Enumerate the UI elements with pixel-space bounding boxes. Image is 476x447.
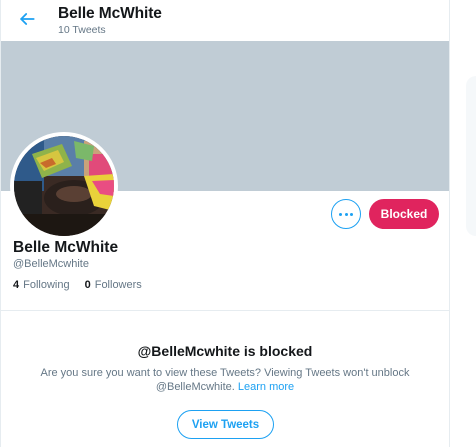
more-options-button[interactable] <box>331 199 361 229</box>
followers-label: Followers <box>94 279 142 291</box>
blocked-notice-message: Are you sure you want to view these Twee… <box>26 366 424 394</box>
profile-header: Belle McWhite 10 Tweets <box>1 0 449 41</box>
view-tweets-button[interactable]: View Tweets <box>177 410 274 439</box>
more-horizontal-icon <box>338 212 354 216</box>
profile-stats: 4 Following 0 Followers <box>13 279 157 291</box>
sidebar-card <box>466 76 476 236</box>
blocked-button[interactable]: Blocked <box>369 199 439 229</box>
blocked-notice-title: @BelleMcwhite is blocked <box>137 343 313 359</box>
following-label: Following <box>23 279 70 291</box>
following-count: 4 <box>13 279 20 291</box>
followers-link[interactable]: 0 Followers <box>85 279 142 291</box>
profile-page: Belle McWhite 10 Tweets Blocked Belle Mc… <box>0 0 476 447</box>
tweet-count: 10 Tweets <box>58 24 106 36</box>
avatar[interactable] <box>10 132 118 240</box>
learn-more-link[interactable]: Learn more <box>238 381 294 393</box>
blocked-notice-text: Are you sure you want to view these Twee… <box>40 367 410 393</box>
sidebar-edge <box>450 0 476 447</box>
section-divider <box>1 310 449 311</box>
following-link[interactable]: 4 Following <box>13 279 70 291</box>
avatar-photo <box>14 136 114 236</box>
profile-handle: @BelleMcwhite <box>13 258 89 270</box>
profile-name: Belle McWhite <box>13 239 119 256</box>
followers-count: 0 <box>84 279 91 291</box>
page-title: Belle McWhite <box>58 5 162 22</box>
arrow-left-icon[interactable] <box>17 9 37 29</box>
